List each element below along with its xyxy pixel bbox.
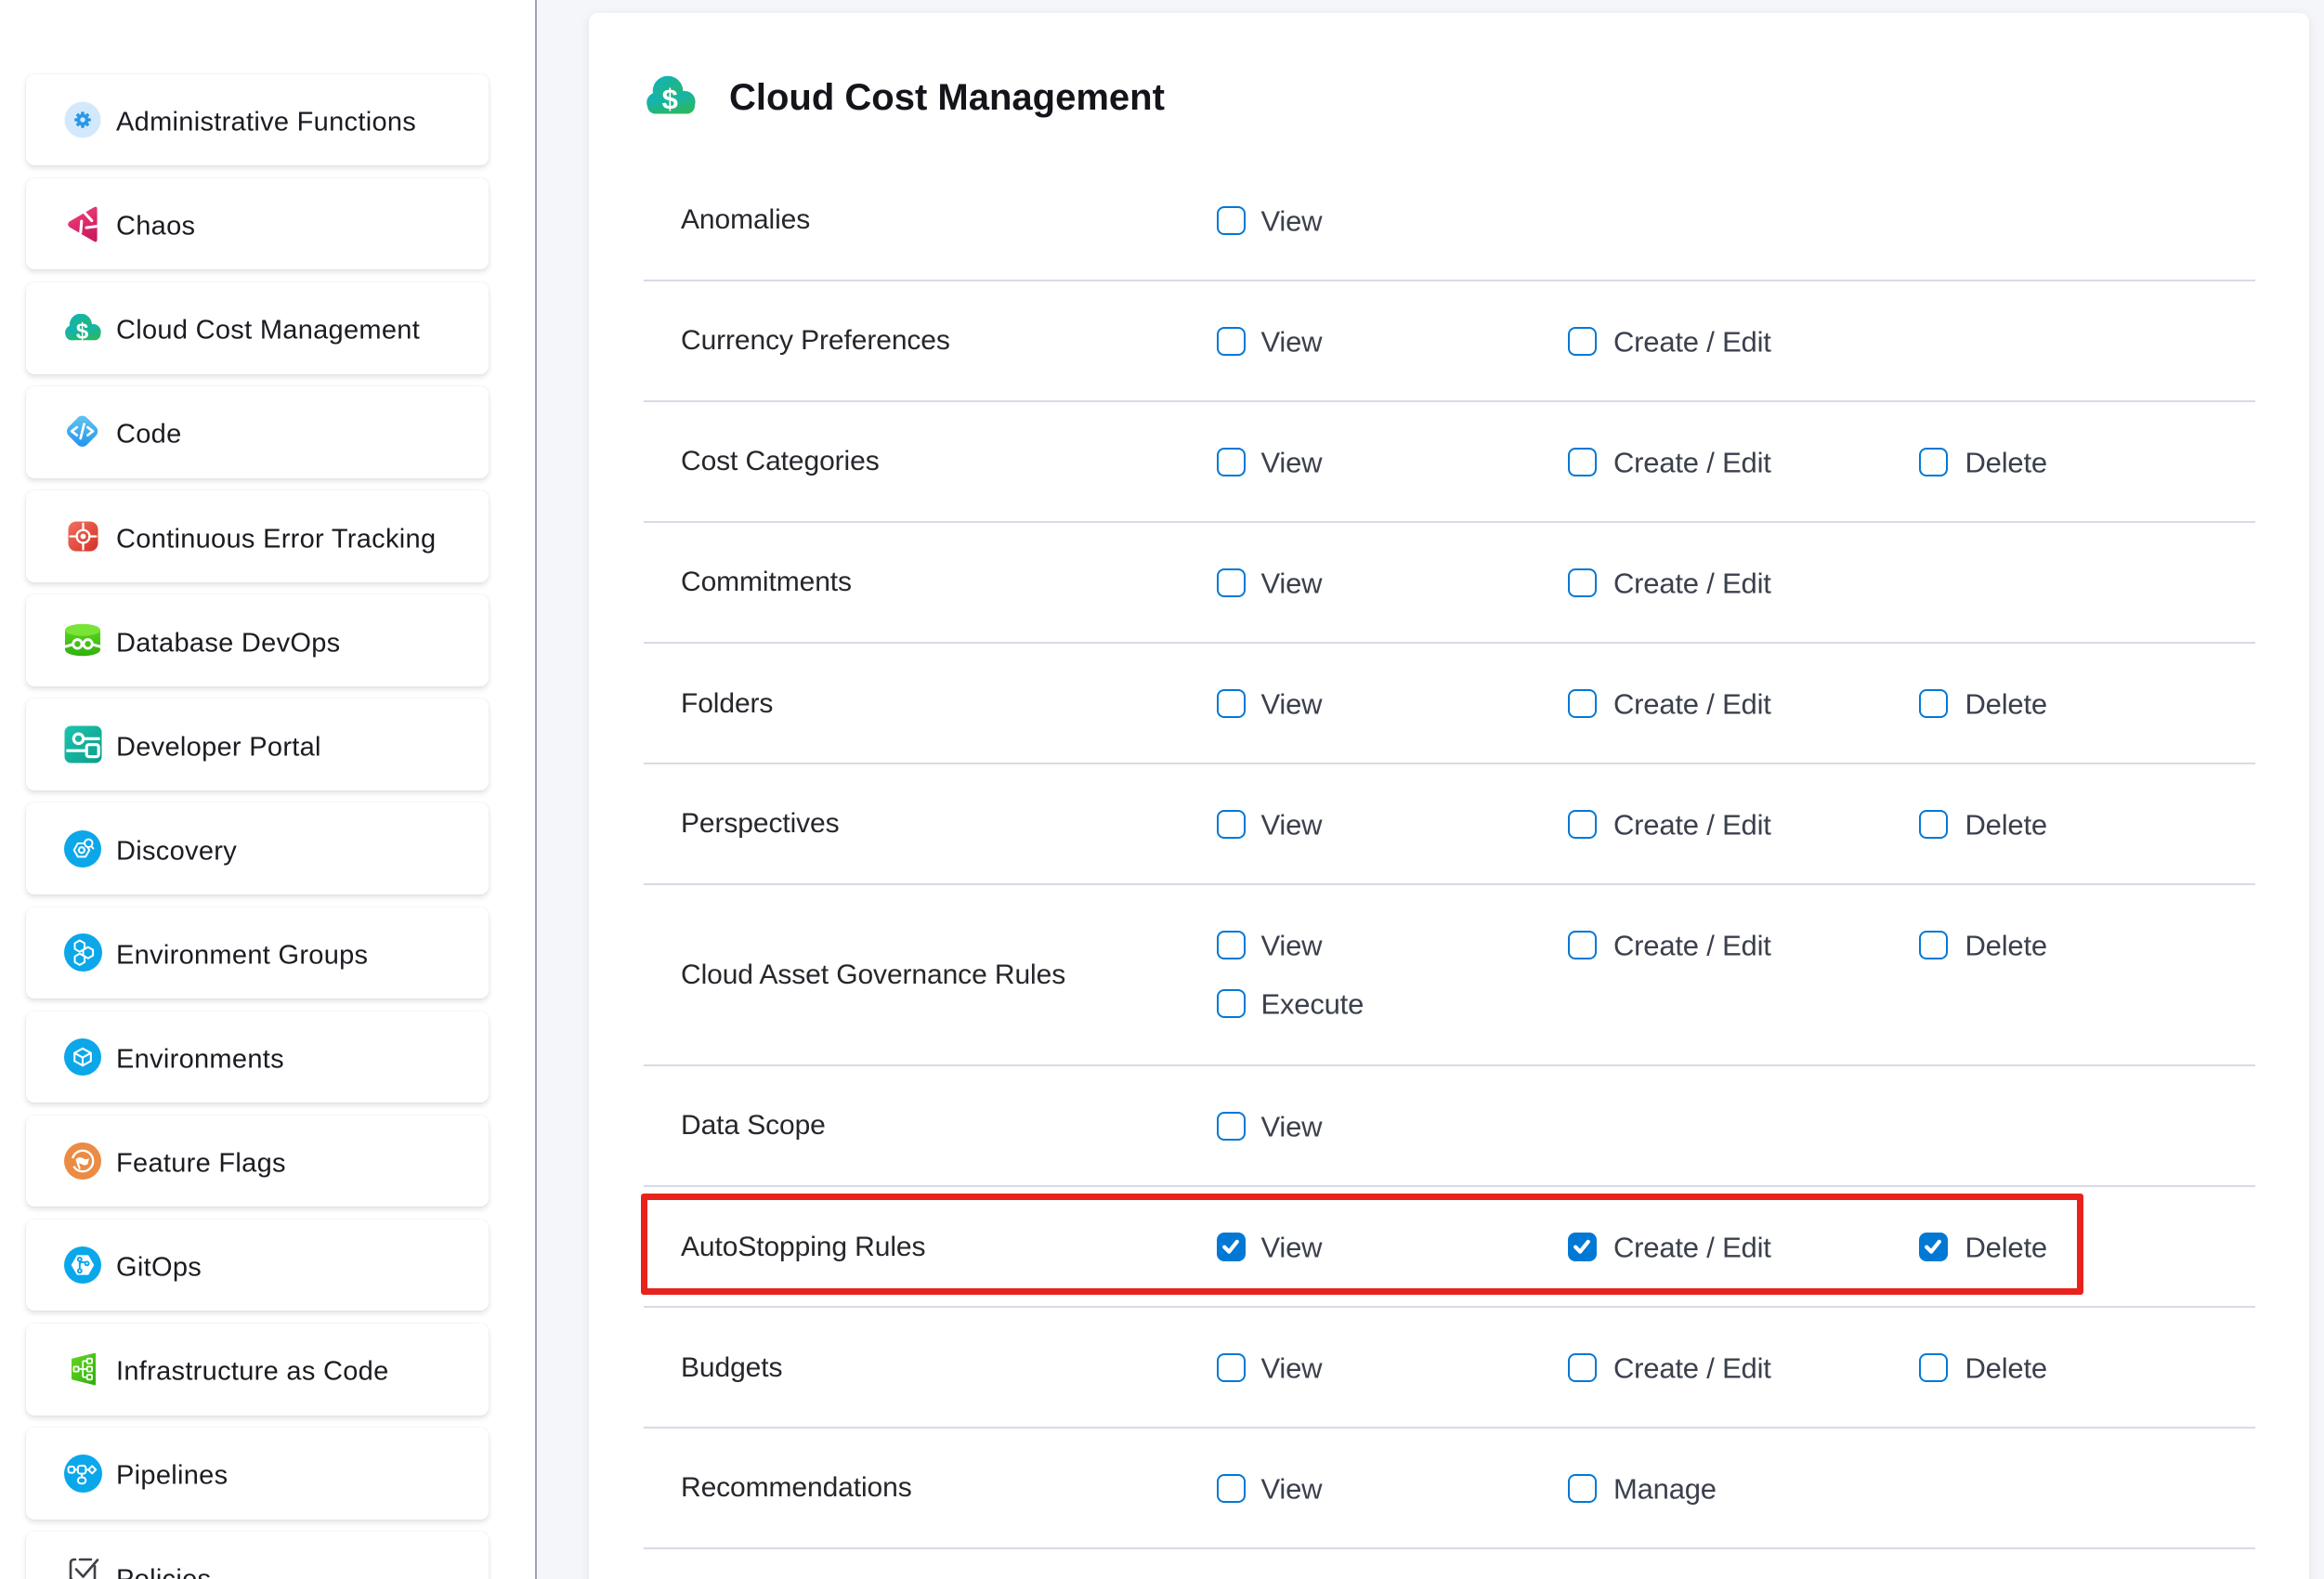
svg-text:$: $: [75, 320, 88, 343]
svg-text:$: $: [662, 83, 678, 115]
